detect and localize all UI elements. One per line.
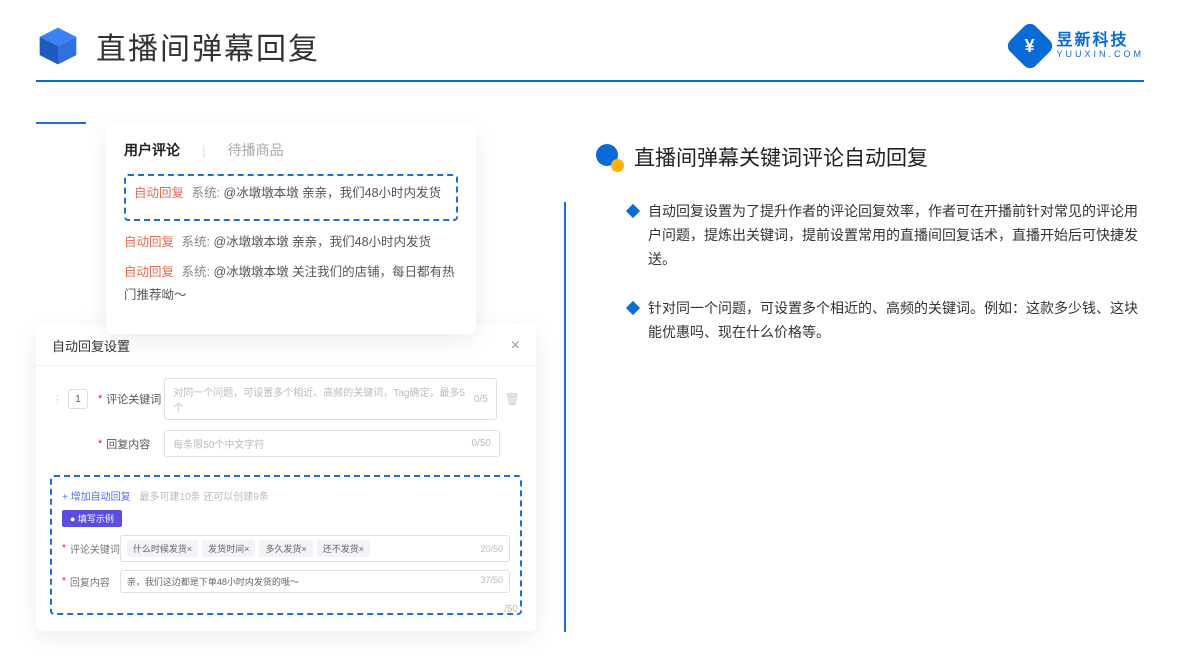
drag-handle-icon[interactable]: ⋮⋮ [52, 393, 68, 406]
rule-index: 1 [68, 389, 88, 409]
brand-logo: ¥ 昱新科技 YUUXIN.COM [1012, 28, 1144, 64]
connector-line [536, 202, 566, 632]
panel-counter: /50 [504, 604, 518, 615]
keyword-row: ⋮⋮ 1 * 评论关键词 对同一个问题，可设置多个相近、高频的关键词，Tag确定… [52, 378, 520, 420]
system-tag: 系统: [192, 186, 220, 200]
tab-separator: | [202, 142, 206, 158]
keyword-label: 评论关键词 [106, 391, 164, 407]
comment-body: @冰墩墩本墩 亲亲，我们48小时内发货 [213, 235, 431, 249]
diamond-icon [626, 301, 640, 315]
auto-reply-tag: 自动回复 [134, 186, 184, 200]
system-tag: 系统: [182, 235, 210, 249]
example-keyword-row: * 评论关键词 什么时候发货× 发货时间× 多久发货× 还不发货× 20/50 [62, 535, 510, 562]
example-content-row: * 回复内容 亲，我们这边都是下单48小时内发货的哦～ 37/50 [62, 570, 510, 593]
bullet-point: 针对同一个问题，可设置多个相近的、高频的关键词。例如：这款多少钱、这块能优惠吗、… [596, 297, 1144, 345]
example-badge: ● 填写示例 [62, 510, 122, 527]
brand-badge-icon: ¥ [1005, 21, 1056, 72]
add-hint: 最多可建10条 还可以创建9条 [139, 492, 268, 503]
keyword-chip[interactable]: 多久发货× [259, 540, 312, 557]
chat-bubble-icon [596, 144, 622, 170]
close-icon[interactable]: × [511, 337, 520, 355]
comment-row: 自动回复 系统: @冰墩墩本墩 关注我们的店铺，每日都有热门推荐呦～ [124, 261, 458, 306]
auto-reply-settings-panel: 自动回复设置 × ⋮⋮ 1 * 评论关键词 对同一个问题，可设置多个相近、高频的… [36, 324, 536, 631]
keyword-chip[interactable]: 发货时间× [202, 540, 255, 557]
section-title: 直播间弹幕关键词评论自动回复 [634, 142, 928, 172]
comment-body: @冰墩墩本墩 亲亲，我们48小时内发货 [223, 186, 441, 200]
bullet-text: 自动回复设置为了提升作者的评论回复效率，作者可在开播前针对常见的评论用户问题，提… [648, 200, 1144, 271]
comment-row: 自动回复 系统: @冰墩墩本墩 亲亲，我们48小时内发货 [124, 231, 458, 254]
example-kw-counter: 20/50 [480, 544, 503, 554]
keyword-chip[interactable]: 什么时候发货× [127, 540, 198, 557]
content-input[interactable]: 每条限50个中文字符 0/50 [164, 430, 500, 457]
page-title: 直播间弹幕回复 [96, 24, 320, 68]
required-mark: * [98, 393, 102, 405]
highlighted-comment: 自动回复 系统: @冰墩墩本墩 亲亲，我们48小时内发货 [124, 174, 458, 221]
tab-pending-goods[interactable]: 待播商品 [228, 140, 284, 160]
system-tag: 系统: [182, 265, 210, 279]
auto-reply-tag: 自动回复 [124, 235, 174, 249]
example-content-counter: 37/50 [480, 575, 503, 588]
required-mark: * [98, 438, 102, 450]
screenshot-column: 用户评论 | 待播商品 自动回复 系统: @冰墩墩本墩 亲亲，我们48小时内发货… [36, 122, 536, 631]
add-auto-reply-link[interactable]: + 增加自动回复 最多可建10条 还可以创建9条 [62, 488, 269, 503]
bullet-text: 针对同一个问题，可设置多个相近的、高频的关键词。例如：这款多少钱、这块能优惠吗、… [648, 297, 1144, 345]
diamond-icon [626, 204, 640, 218]
settings-title: 自动回复设置 [52, 336, 130, 355]
content-label: 回复内容 [106, 436, 164, 452]
brand-name-cn: 昱新科技 [1056, 32, 1144, 50]
auto-reply-tag: 自动回复 [124, 265, 174, 279]
comment-tabs: 用户评论 | 待播商品 [124, 140, 458, 160]
content-row: * 回复内容 每条限50个中文字符 0/50 [52, 430, 520, 457]
keyword-counter: 0/5 [474, 394, 488, 405]
description-column: 直播间弹幕关键词评论自动回复 自动回复设置为了提升作者的评论回复效率，作者可在开… [596, 122, 1144, 631]
example-keyword-input[interactable]: 什么时候发货× 发货时间× 多久发货× 还不发货× 20/50 [120, 535, 510, 562]
example-content-input[interactable]: 亲，我们这边都是下单48小时内发货的哦～ 37/50 [120, 570, 510, 593]
trash-icon[interactable]: 🗑 [505, 392, 520, 406]
tab-user-comments[interactable]: 用户评论 [124, 140, 180, 160]
bullet-point: 自动回复设置为了提升作者的评论回复效率，作者可在开播前针对常见的评论用户问题，提… [596, 200, 1144, 271]
slide-header: 直播间弹幕回复 ¥ 昱新科技 YUUXIN.COM [0, 0, 1180, 80]
keyword-chip[interactable]: 还不发货× [317, 540, 370, 557]
brand-name-en: YUUXIN.COM [1056, 50, 1144, 60]
content-counter: 0/50 [472, 438, 491, 449]
comments-panel: 用户评论 | 待播商品 自动回复 系统: @冰墩墩本墩 亲亲，我们48小时内发货… [106, 124, 476, 334]
connector-line-b [36, 122, 86, 124]
keyword-input[interactable]: 对同一个问题，可设置多个相近、高频的关键词，Tag确定，最多5个 0/5 [164, 378, 496, 420]
cube-icon [36, 24, 80, 68]
example-block: + 增加自动回复 最多可建10条 还可以创建9条 ● 填写示例 * 评论关键词 … [50, 475, 522, 615]
